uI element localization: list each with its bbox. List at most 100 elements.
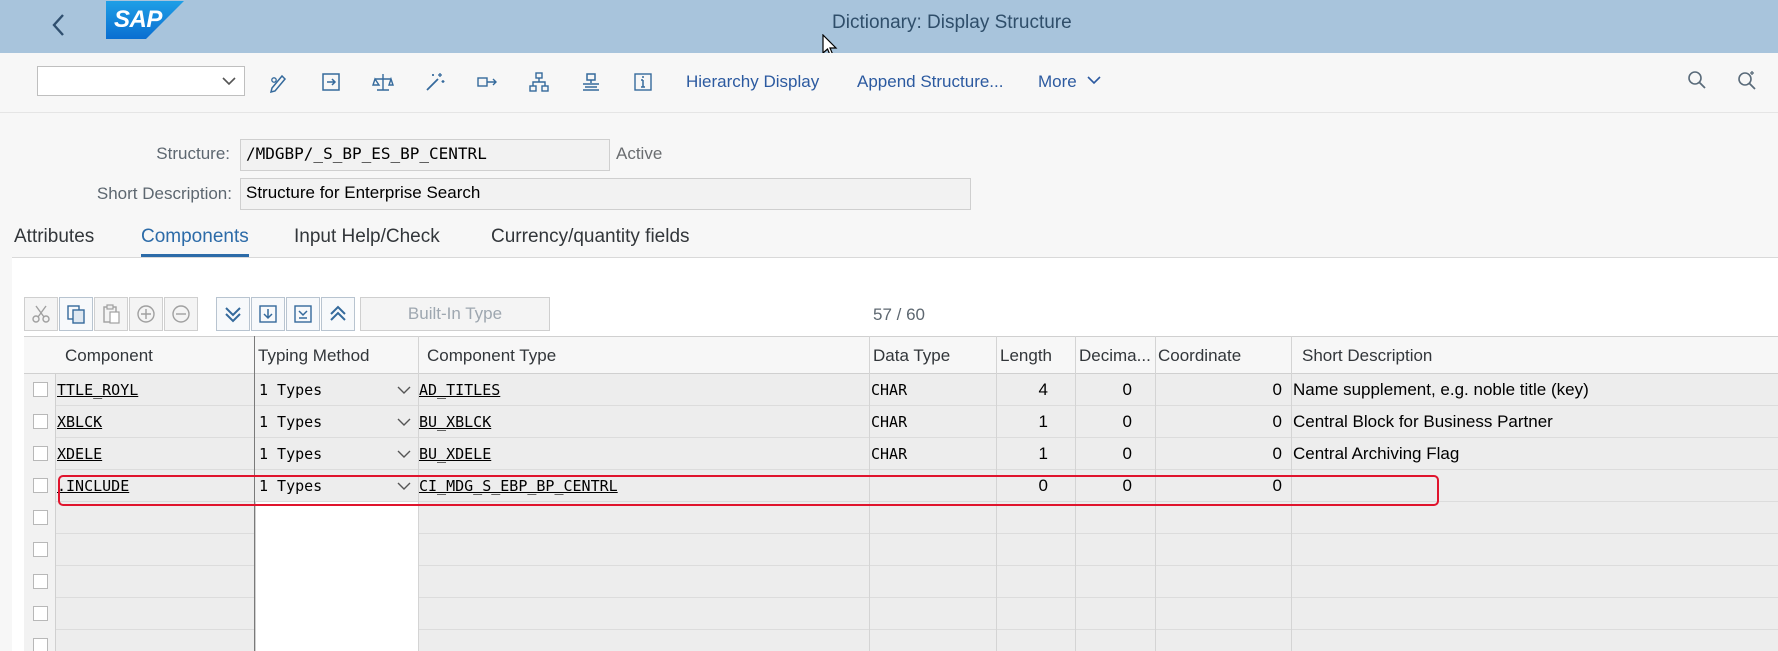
hierarchy-display-button[interactable]: Hierarchy Display (686, 72, 819, 92)
sap-logo[interactable]: SAP (106, 1, 184, 39)
table-row[interactable]: XDELE 1 Types BU_XDELE CHAR 1 0 0 Centra… (24, 438, 1778, 470)
command-field[interactable] (37, 66, 245, 96)
row-checkbox[interactable] (33, 574, 48, 589)
column-header-component[interactable]: Component (65, 346, 153, 366)
scroll-top-button[interactable] (321, 297, 355, 331)
next-page-button[interactable] (251, 297, 285, 331)
typing-method[interactable]: 1 Types (259, 445, 322, 463)
column-header-coordinate[interactable]: Coordinate (1158, 346, 1241, 366)
short-description: Central Archiving Flag (1293, 444, 1460, 463)
row-selector[interactable] (24, 374, 56, 406)
empty-table-row[interactable] (24, 630, 1778, 651)
tab-attributes[interactable]: Attributes (14, 226, 94, 254)
tab-components[interactable]: Components (141, 226, 249, 257)
row-selector[interactable] (24, 598, 56, 630)
row-checkbox[interactable] (33, 638, 48, 651)
page-title: Dictionary: Display Structure (832, 12, 1072, 33)
row-selector[interactable] (24, 470, 56, 502)
row-selector[interactable] (24, 630, 56, 651)
row-selector[interactable] (24, 534, 56, 566)
paste-button[interactable] (94, 297, 128, 331)
data-type: CHAR (871, 381, 908, 399)
copy-button[interactable] (59, 297, 93, 331)
short-description-label: Short Description: (96, 184, 232, 203)
coordinate: 0 (1272, 412, 1282, 431)
find-next-button[interactable] (1736, 69, 1762, 95)
component-name[interactable]: XBLCK (57, 413, 102, 431)
back-button[interactable] (44, 10, 74, 40)
previous-page-button[interactable] (286, 297, 320, 331)
data-type: CHAR (871, 413, 908, 431)
empty-table-row[interactable] (24, 534, 1778, 566)
activate-button[interactable] (318, 69, 344, 95)
typing-method[interactable]: 1 Types (259, 381, 322, 399)
short-description-field[interactable]: Structure for Enterprise Search (240, 178, 971, 210)
row-checkbox[interactable] (33, 382, 48, 397)
delete-row-button[interactable] (164, 297, 198, 331)
length: 1 (1038, 412, 1048, 431)
component-type[interactable]: AD_TITLES (419, 381, 500, 399)
component-type[interactable]: BU_XDELE (419, 445, 491, 463)
structure-field[interactable]: /MDGBP/_S_BP_ES_BP_CENTRL (240, 139, 610, 171)
column-header-typing-method[interactable]: Typing Method (258, 346, 370, 366)
scroll-bottom-button[interactable] (216, 297, 250, 331)
row-selector[interactable] (24, 406, 56, 438)
find-button[interactable] (1686, 69, 1712, 95)
scissors-icon (32, 305, 50, 323)
component-name[interactable]: XDELE (57, 445, 102, 463)
info-button[interactable] (630, 69, 656, 95)
navigator-button[interactable] (578, 69, 604, 95)
typing-method-input[interactable] (255, 566, 418, 598)
more-menu-button[interactable]: More (1038, 72, 1102, 92)
row-checkbox[interactable] (33, 446, 48, 461)
column-header-short-description[interactable]: Short Description (1302, 346, 1432, 366)
check-button[interactable] (370, 69, 396, 95)
empty-table-row[interactable] (24, 566, 1778, 598)
builtin-type-button[interactable]: Built-In Type (360, 297, 550, 331)
object-list-button[interactable] (526, 69, 552, 95)
magic-wand-icon (426, 73, 445, 91)
chevron-down-icon[interactable] (397, 448, 411, 460)
double-chevron-up-icon (330, 305, 346, 321)
table-header: Component Typing Method Component Type D… (24, 336, 1778, 374)
insert-row-button[interactable] (129, 297, 163, 331)
table-row[interactable]: TTLE_ROYL 1 Types AD_TITLES CHAR 4 0 0 N… (24, 374, 1778, 406)
row-checkbox[interactable] (33, 414, 48, 429)
table-row[interactable]: XBLCK 1 Types BU_XBLCK CHAR 1 0 0 Centra… (24, 406, 1778, 438)
column-header-length[interactable]: Length (1000, 346, 1052, 366)
row-selector[interactable] (24, 438, 56, 470)
data-type: CHAR (871, 445, 908, 463)
double-chevron-down-icon (225, 307, 241, 323)
row-checkbox[interactable] (33, 510, 48, 525)
component-name[interactable]: TTLE_ROYL (57, 381, 138, 399)
row-selector[interactable] (24, 566, 56, 598)
typing-method-input[interactable] (255, 502, 418, 534)
typing-method-input[interactable] (255, 630, 418, 651)
append-structure-button[interactable]: Append Structure... (857, 72, 1003, 92)
chevron-down-icon[interactable] (397, 416, 411, 428)
row-checkbox[interactable] (33, 542, 48, 557)
component-type[interactable]: BU_XBLCK (419, 413, 491, 431)
chevron-down-icon[interactable] (220, 71, 238, 91)
cut-button[interactable] (24, 297, 58, 331)
tab-input-help-check[interactable]: Input Help/Check (294, 226, 440, 254)
row-checkbox[interactable] (33, 478, 48, 493)
more-label: More (1038, 72, 1077, 91)
column-header-component-type[interactable]: Component Type (427, 346, 556, 366)
empty-table-row[interactable] (24, 598, 1778, 630)
typing-method-input[interactable] (255, 534, 418, 566)
magic-wand-button[interactable] (422, 69, 448, 95)
where-used-button[interactable] (474, 69, 500, 95)
typing-method-input[interactable] (255, 598, 418, 630)
chevron-down-icon[interactable] (397, 384, 411, 396)
column-header-data-type[interactable]: Data Type (873, 346, 950, 366)
empty-table-row[interactable] (24, 502, 1778, 534)
tab-currency-quantity[interactable]: Currency/quantity fields (491, 226, 690, 254)
display-change-button[interactable] (266, 69, 292, 95)
row-selector[interactable] (24, 502, 56, 534)
decimals: 0 (1122, 380, 1132, 399)
column-header-decimals[interactable]: Decima... (1079, 346, 1155, 366)
where-used-icon (477, 77, 497, 87)
row-checkbox[interactable] (33, 606, 48, 621)
typing-method[interactable]: 1 Types (259, 413, 322, 431)
